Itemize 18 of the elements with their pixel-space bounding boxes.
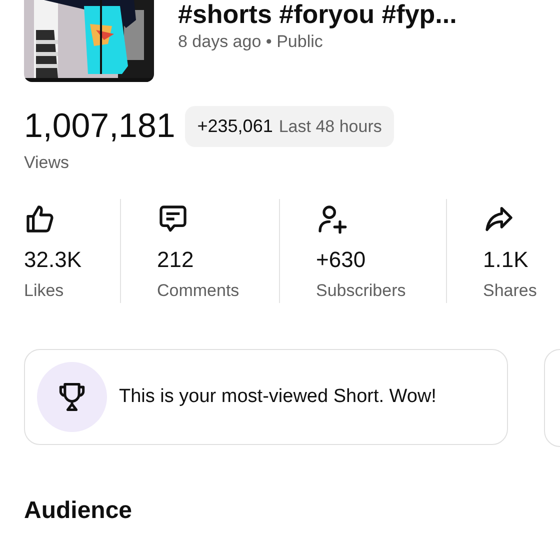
section-heading: Audience [23, 496, 134, 525]
thumbs-up-icon [24, 203, 56, 235]
stat-label: Subscribers [316, 281, 407, 301]
view-count: 1,007,181 [24, 107, 176, 146]
views-delta: +235,061 [197, 116, 273, 137]
stat-label: Comments [157, 281, 240, 301]
stat-value: +630 [316, 247, 367, 273]
stat-value: 1.1K [483, 247, 530, 273]
video-meta: 8 days ago • Public [178, 32, 324, 52]
stat-value: 212 [157, 247, 195, 273]
video-title: #shorts #foryou #fyp... [178, 0, 457, 28]
stat-label: Likes [24, 281, 65, 301]
insight-text: This is your most-viewed Short. Wow! [119, 386, 436, 408]
views-period: Last 48 hours [278, 117, 382, 137]
stat-label: Shares [483, 281, 538, 301]
add-person-icon [316, 203, 348, 235]
stat-value: 32.3K [24, 247, 82, 273]
views-label: Views [23, 152, 70, 173]
